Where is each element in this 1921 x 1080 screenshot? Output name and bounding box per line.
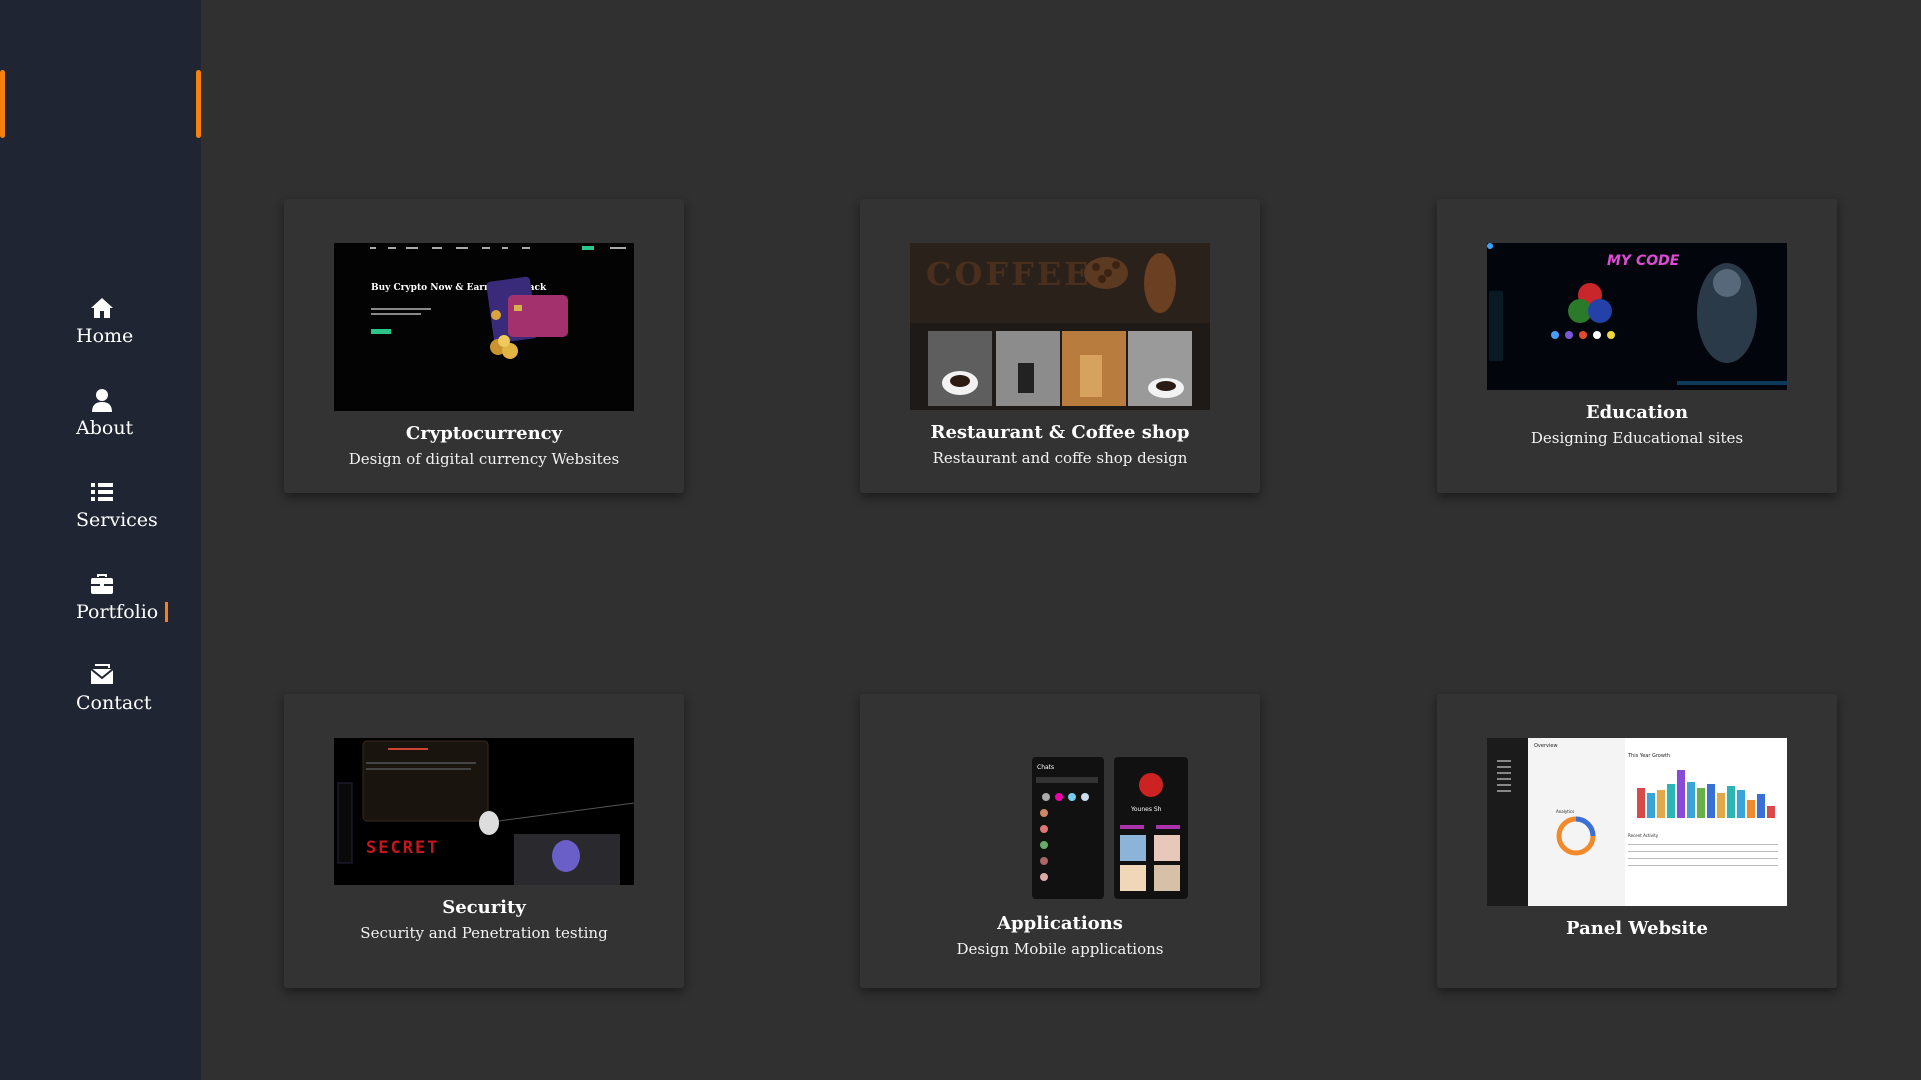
card-title: Panel Website [1566,918,1708,939]
active-indicator [165,602,169,622]
thumb-word: SECRET [366,838,439,858]
user-icon [92,389,112,412]
portfolio-card-cryptocurrency[interactable]: Buy Crypto Now & Earn 0.5% Back Cryptocu… [284,199,684,493]
portfolio-card-security[interactable]: SECRET Security Security and Penetration… [284,694,684,988]
sidebar-item-home[interactable]: Home [76,295,133,347]
thumb-recent: Recent Activity [1628,833,1659,838]
card-title: Education [1585,402,1689,423]
thumb-chats: Chats [1037,764,1054,771]
list-icon [91,483,113,501]
card-description: Design of digital currency Websites [348,450,620,468]
card-description: Designing Educational sites [1530,429,1744,447]
card-title: Restaurant & Coffee shop [930,422,1190,443]
sidebar-accent-right [196,70,201,138]
card-thumbnail: SECRET [334,738,634,885]
thumb-overview: Overview [1534,743,1558,749]
portfolio-card-panel-website[interactable]: Overview Analytics This Year Growth Rece… [1437,694,1837,988]
sidebar-item-label-wrap: Portfolio [76,601,169,623]
sidebar-item-label: About [76,417,134,439]
sidebar-item-contact[interactable]: Contact [76,662,151,714]
portfolio-card-coffee[interactable]: COFFEE Restaurant & Coffee shop Restaura… [860,199,1260,493]
sidebar-item-label: Portfolio [76,601,159,623]
portfolio-card-education[interactable]: MY CODE Education Designing Educational … [1437,199,1837,493]
thumb-analytics: Analytics [1556,809,1574,814]
briefcase-icon [91,574,113,594]
card-title: Security [442,897,526,918]
card-title: Cryptocurrency [405,423,563,444]
card-description: Restaurant and coffe shop design [932,449,1188,467]
card-thumbnail: Buy Crypto Now & Earn 0.5% Back [334,243,634,411]
portfolio-card-applications[interactable]: Chats Younes Sh Applications Design Mobi… [860,694,1260,988]
sidebar-item-about[interactable]: About [76,387,133,439]
thumb-profile: Younes Sh [1130,806,1162,813]
sidebar-item-label: Home [76,325,134,347]
thumb-logo: MY CODE [1607,253,1680,269]
card-thumbnail: COFFEE [910,243,1210,410]
card-thumbnail: Chats Younes Sh [910,755,1210,901]
sidebar-item-label: Services [76,509,158,531]
sidebar-item-label: Contact [76,692,152,714]
card-title: Applications [997,913,1123,934]
thumb-heading: COFFEE [926,255,1092,293]
sidebar: Home About Services Portfolio Contact [0,0,201,1080]
card-thumbnail: Overview Analytics This Year Growth Rece… [1487,738,1787,906]
card-description: Security and Penetration testing [360,924,608,942]
home-icon [91,298,113,318]
sidebar-item-portfolio[interactable]: Portfolio [76,571,169,623]
sidebar-accent-left [0,70,5,138]
thumb-growth: This Year Growth [1627,753,1670,759]
mail-icon [90,664,114,684]
sidebar-item-services[interactable]: Services [76,479,158,531]
card-description: Design Mobile applications [956,940,1164,958]
card-thumbnail: MY CODE [1487,243,1787,390]
